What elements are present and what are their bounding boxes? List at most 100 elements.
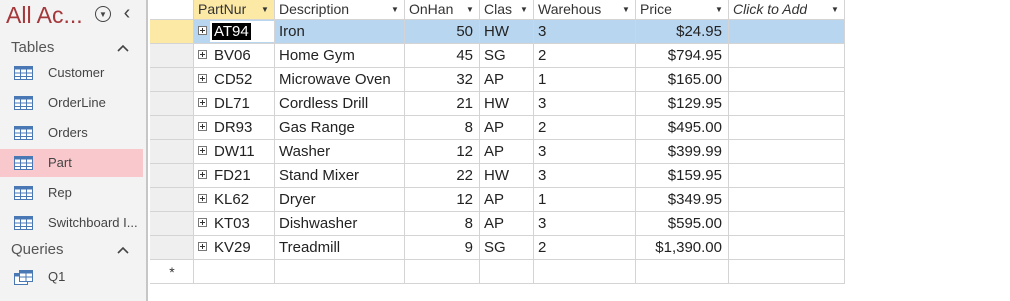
row-selector[interactable] [150,116,194,140]
cell-description[interactable]: Washer [275,140,405,164]
nav-item-part[interactable]: Part [0,149,143,177]
cell-class[interactable]: SG [480,44,534,68]
expand-subdatasheet-icon[interactable] [198,218,207,227]
cell-description[interactable]: Cordless Drill [275,92,405,116]
column-header-class[interactable]: Clas ▼ [480,0,534,20]
row-selector[interactable] [150,212,194,236]
cell-class[interactable]: AP [480,188,534,212]
chevron-up-icon[interactable] [116,243,130,257]
row-selector[interactable] [150,236,194,260]
expand-subdatasheet-icon[interactable] [198,50,207,59]
cell-part-number[interactable]: DR93 [194,116,275,140]
nav-item-rep[interactable]: Rep [0,179,143,207]
cell-click-to-add[interactable] [729,92,845,116]
nav-pane-header[interactable]: All Ac... ▼ ‹ [0,0,146,34]
cell-class[interactable]: HW [480,164,534,188]
expand-subdatasheet-icon[interactable] [198,242,207,251]
sort-filter-arrow-icon[interactable]: ▼ [829,0,841,20]
nav-group-tables[interactable]: Tables [0,36,146,60]
cell-warehouse[interactable]: 3 [534,164,636,188]
cell-click-to-add[interactable] [729,212,845,236]
cell-click-to-add[interactable] [729,140,845,164]
nav-pane-title[interactable]: All Ac... [6,2,83,29]
shutter-bar-collapse-button[interactable]: ‹ [120,3,134,23]
expand-subdatasheet-icon[interactable] [198,98,207,107]
cell-class[interactable]: AP [480,68,534,92]
cell-on-hand[interactable]: 9 [405,236,480,260]
cell-on-hand[interactable] [405,260,480,284]
cell-price[interactable]: $495.00 [636,116,729,140]
cell-part-number[interactable]: AT94 [194,20,275,44]
sort-filter-arrow-icon[interactable]: ▼ [259,0,271,20]
cell-part-number[interactable] [194,260,275,284]
expand-subdatasheet-icon[interactable] [198,170,207,179]
cell-part-number[interactable]: BV06 [194,44,275,68]
cell-part-number[interactable]: CD52 [194,68,275,92]
cell-class[interactable]: AP [480,140,534,164]
cell-part-number[interactable]: DW11 [194,140,275,164]
cell-on-hand[interactable]: 21 [405,92,480,116]
nav-item-orders[interactable]: Orders [0,119,143,147]
cell-warehouse[interactable]: 1 [534,68,636,92]
cell-description[interactable]: Dryer [275,188,405,212]
cell-on-hand[interactable]: 32 [405,68,480,92]
cell-on-hand[interactable]: 12 [405,188,480,212]
cell-warehouse[interactable]: 2 [534,44,636,68]
row-selector[interactable] [150,44,194,68]
column-header-description[interactable]: Description ▼ [275,0,405,20]
cell-description[interactable] [275,260,405,284]
cell-price[interactable]: $595.00 [636,212,729,236]
sort-filter-arrow-icon[interactable]: ▼ [518,0,530,20]
cell-warehouse[interactable]: 3 [534,140,636,164]
nav-item-orderline[interactable]: OrderLine [0,89,143,117]
column-header-price[interactable]: Price ▼ [636,0,729,20]
cell-warehouse[interactable]: 1 [534,188,636,212]
cell-click-to-add[interactable] [729,20,845,44]
cell-on-hand[interactable]: 45 [405,44,480,68]
cell-on-hand[interactable]: 12 [405,140,480,164]
column-header-on-hand[interactable]: OnHan ▼ [405,0,480,20]
cell-description[interactable]: Home Gym [275,44,405,68]
cell-click-to-add[interactable] [729,188,845,212]
column-header-part-number[interactable]: PartNur ▼ [194,0,275,20]
cell-description[interactable]: Gas Range [275,116,405,140]
nav-item-customer[interactable]: Customer [0,59,143,87]
table-row[interactable]: KT03 Dishwasher 8 AP 3 $595.00 [150,212,845,236]
table-row[interactable]: CD52 Microwave Oven 32 AP 1 $165.00 [150,68,845,92]
cell-click-to-add[interactable] [729,116,845,140]
sort-filter-arrow-icon[interactable]: ▼ [620,0,632,20]
cell-on-hand[interactable]: 50 [405,20,480,44]
nav-item-q1[interactable]: Q1 [0,263,143,291]
cell-warehouse[interactable]: 3 [534,20,636,44]
cell-class[interactable] [480,260,534,284]
cell-description[interactable]: Stand Mixer [275,164,405,188]
cell-on-hand[interactable]: 8 [405,116,480,140]
row-selector[interactable] [150,68,194,92]
row-selector[interactable] [150,140,194,164]
nav-group-queries[interactable]: Queries [0,238,146,262]
cell-warehouse[interactable] [534,260,636,284]
cell-warehouse[interactable]: 2 [534,236,636,260]
column-header-click-to-add[interactable]: Click to Add ▼ [729,0,845,20]
cell-click-to-add[interactable] [729,236,845,260]
table-row[interactable]: DW11 Washer 12 AP 3 $399.99 [150,140,845,164]
new-record-selector[interactable]: * [150,260,194,284]
cell-class[interactable]: SG [480,236,534,260]
cell-warehouse[interactable]: 2 [534,116,636,140]
cell-price[interactable]: $24.95 [636,20,729,44]
cell-price[interactable] [636,260,729,284]
table-row[interactable]: AT94 Iron 50 HW 3 $24.95 [150,20,845,44]
cell-on-hand[interactable]: 22 [405,164,480,188]
cell-click-to-add[interactable] [729,68,845,92]
chevron-up-icon[interactable] [116,41,130,55]
table-row[interactable]: KV29 Treadmill 9 SG 2 $1,390.00 [150,236,845,260]
select-all-corner[interactable] [150,0,194,20]
cell-part-number[interactable]: KL62 [194,188,275,212]
cell-click-to-add[interactable] [729,44,845,68]
cell-click-to-add[interactable] [729,260,845,284]
new-record-row[interactable]: * [150,260,845,284]
cell-on-hand[interactable]: 8 [405,212,480,236]
cell-description[interactable]: Dishwasher [275,212,405,236]
sort-filter-arrow-icon[interactable]: ▼ [389,0,401,20]
cell-description[interactable]: Microwave Oven [275,68,405,92]
